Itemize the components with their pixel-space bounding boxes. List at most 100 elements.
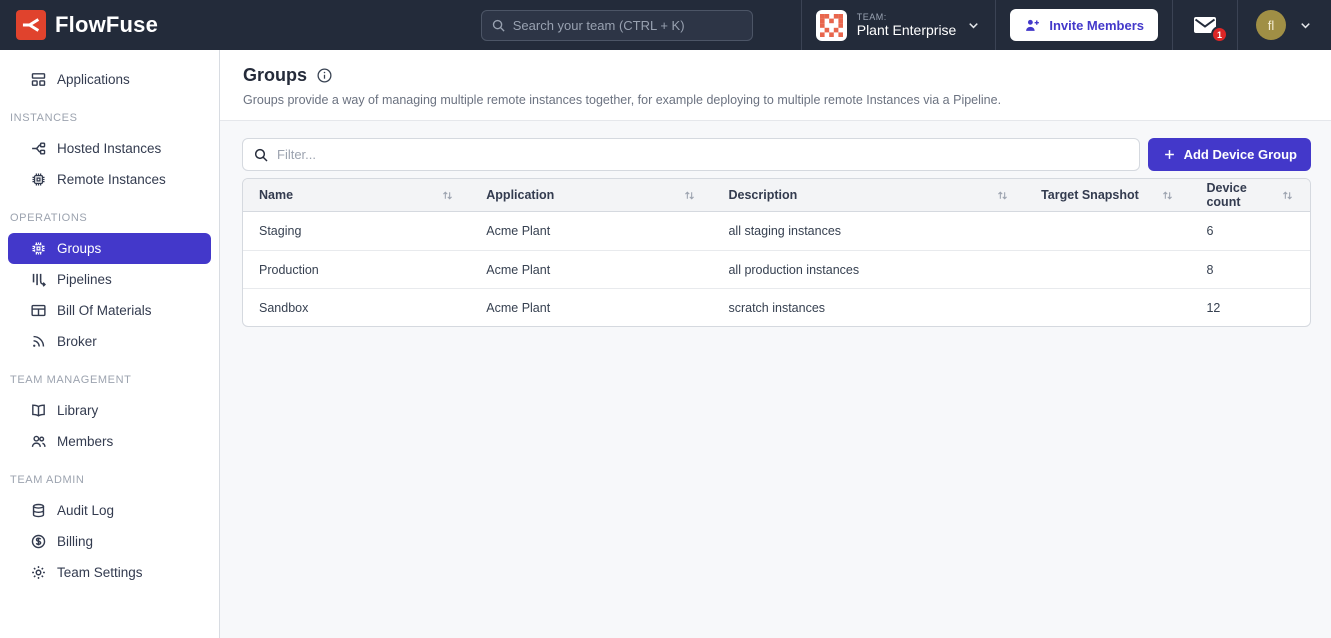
sidebar-section-team-admin: TEAM ADMIN: [0, 474, 219, 486]
sort-icon: [1281, 189, 1294, 202]
groups-icon: [30, 240, 47, 257]
navbar-center: [174, 0, 801, 50]
broker-icon: [30, 333, 47, 350]
column-header-application[interactable]: Application: [470, 179, 712, 212]
invite-section: Invite Members: [995, 0, 1172, 50]
sidebar-item-members[interactable]: Members: [8, 426, 211, 457]
column-header-device-count[interactable]: Device count: [1190, 179, 1310, 212]
cell-description: all staging instances: [712, 212, 1025, 250]
brand-home-link[interactable]: FlowFuse: [0, 0, 174, 50]
add-device-group-button[interactable]: Add Device Group: [1148, 138, 1311, 171]
sort-icon: [1161, 189, 1174, 202]
page-title: Groups: [243, 65, 307, 86]
sidebar-item-audit-log[interactable]: Audit Log: [8, 495, 211, 526]
column-label: Name: [259, 188, 293, 202]
column-label: Device count: [1206, 181, 1275, 209]
sidebar-item-team-settings[interactable]: Team Settings: [8, 557, 211, 588]
sidebar-section-instances: INSTANCES: [0, 112, 219, 124]
table-row[interactable]: Production Acme Plant all production ins…: [243, 250, 1310, 288]
cell-name: Sandbox: [243, 288, 470, 326]
flowfuse-logo-icon: [16, 10, 46, 40]
toolbar: Add Device Group: [242, 138, 1311, 171]
cell-description: all production instances: [712, 250, 1025, 288]
notifications-button[interactable]: 1: [1172, 0, 1237, 50]
sidebar: Applications INSTANCES Hosted Instances …: [0, 50, 220, 638]
search-icon: [491, 18, 506, 33]
column-header-description[interactable]: Description: [712, 179, 1025, 212]
chevron-down-icon: [966, 18, 981, 33]
sidebar-item-library[interactable]: Library: [8, 395, 211, 426]
column-header-target-snapshot[interactable]: Target Snapshot: [1025, 179, 1190, 212]
sidebar-item-label: Broker: [57, 334, 97, 349]
members-icon: [30, 433, 47, 450]
hosted-instances-icon: [30, 140, 47, 157]
sort-icon: [996, 189, 1009, 202]
sidebar-item-remote-instances[interactable]: Remote Instances: [8, 164, 211, 195]
sidebar-item-label: Audit Log: [57, 503, 114, 518]
chevron-down-icon: [1298, 18, 1313, 33]
sidebar-item-applications[interactable]: Applications: [8, 64, 211, 95]
sidebar-item-label: Hosted Instances: [57, 141, 161, 156]
sidebar-item-label: Billing: [57, 534, 93, 549]
add-device-group-label: Add Device Group: [1184, 147, 1297, 162]
search-input[interactable]: [513, 18, 743, 33]
column-label: Application: [486, 188, 554, 202]
cell-device-count: 6: [1190, 212, 1310, 250]
team-info: TEAM: Plant Enterprise: [857, 12, 957, 38]
filter-box[interactable]: [242, 138, 1140, 171]
bill-of-materials-icon: [30, 302, 47, 319]
applications-icon: [30, 71, 47, 88]
sidebar-section-team-management: TEAM MANAGEMENT: [0, 374, 219, 386]
sidebar-section-operations: OPERATIONS: [0, 212, 219, 224]
search-icon: [253, 147, 269, 163]
column-header-name[interactable]: Name: [243, 179, 470, 212]
invite-members-button[interactable]: Invite Members: [1010, 9, 1158, 41]
content-body: Add Device Group Name Application Descri…: [220, 121, 1331, 327]
sidebar-item-label: Bill Of Materials: [57, 303, 152, 318]
brand-name: FlowFuse: [55, 12, 158, 38]
team-name: Plant Enterprise: [857, 22, 957, 38]
sidebar-item-broker[interactable]: Broker: [8, 326, 211, 357]
sidebar-item-label: Team Settings: [57, 565, 143, 580]
sidebar-item-label: Applications: [57, 72, 130, 87]
app-root: FlowFuse: [0, 0, 1331, 638]
sidebar-item-label: Groups: [57, 241, 101, 256]
sidebar-item-pipelines[interactable]: Pipelines: [8, 264, 211, 295]
invite-members-label: Invite Members: [1049, 18, 1144, 33]
cell-device-count: 8: [1190, 250, 1310, 288]
column-label: Target Snapshot: [1041, 188, 1139, 202]
sidebar-item-label: Pipelines: [57, 272, 112, 287]
info-icon[interactable]: [316, 67, 333, 84]
sidebar-item-label: Library: [57, 403, 98, 418]
sidebar-item-hosted-instances[interactable]: Hosted Instances: [8, 133, 211, 164]
table-row[interactable]: Staging Acme Plant all staging instances…: [243, 212, 1310, 250]
team-label: TEAM:: [857, 12, 957, 22]
sidebar-item-billing[interactable]: Billing: [8, 526, 211, 557]
sidebar-item-groups[interactable]: Groups: [8, 233, 211, 264]
cell-application: Acme Plant: [470, 212, 712, 250]
groups-table: Name Application Description Target Snap…: [242, 178, 1311, 327]
remote-instances-icon: [30, 171, 47, 188]
cell-device-count: 12: [1190, 288, 1310, 326]
gear-icon: [30, 564, 47, 581]
user-menu[interactable]: fl: [1237, 0, 1331, 50]
team-selector[interactable]: TEAM: Plant Enterprise: [801, 0, 996, 50]
cell-target-snapshot: [1025, 288, 1190, 326]
audit-log-icon: [30, 502, 47, 519]
pipelines-icon: [30, 271, 47, 288]
cell-application: Acme Plant: [470, 250, 712, 288]
team-search-box[interactable]: [481, 10, 753, 41]
filter-input[interactable]: [277, 147, 1129, 162]
library-icon: [30, 402, 47, 419]
avatar: fl: [1256, 10, 1286, 40]
user-plus-icon: [1024, 17, 1041, 34]
sort-icon: [683, 189, 696, 202]
page-header: Groups Groups provide a way of managing …: [220, 50, 1331, 121]
cell-target-snapshot: [1025, 250, 1190, 288]
table-header-row: Name Application Description Target Snap…: [243, 179, 1310, 212]
cell-name: Production: [243, 250, 470, 288]
sidebar-item-bill-of-materials[interactable]: Bill Of Materials: [8, 295, 211, 326]
billing-icon: [30, 533, 47, 550]
table-row[interactable]: Sandbox Acme Plant scratch instances 12: [243, 288, 1310, 326]
cell-name: Staging: [243, 212, 470, 250]
